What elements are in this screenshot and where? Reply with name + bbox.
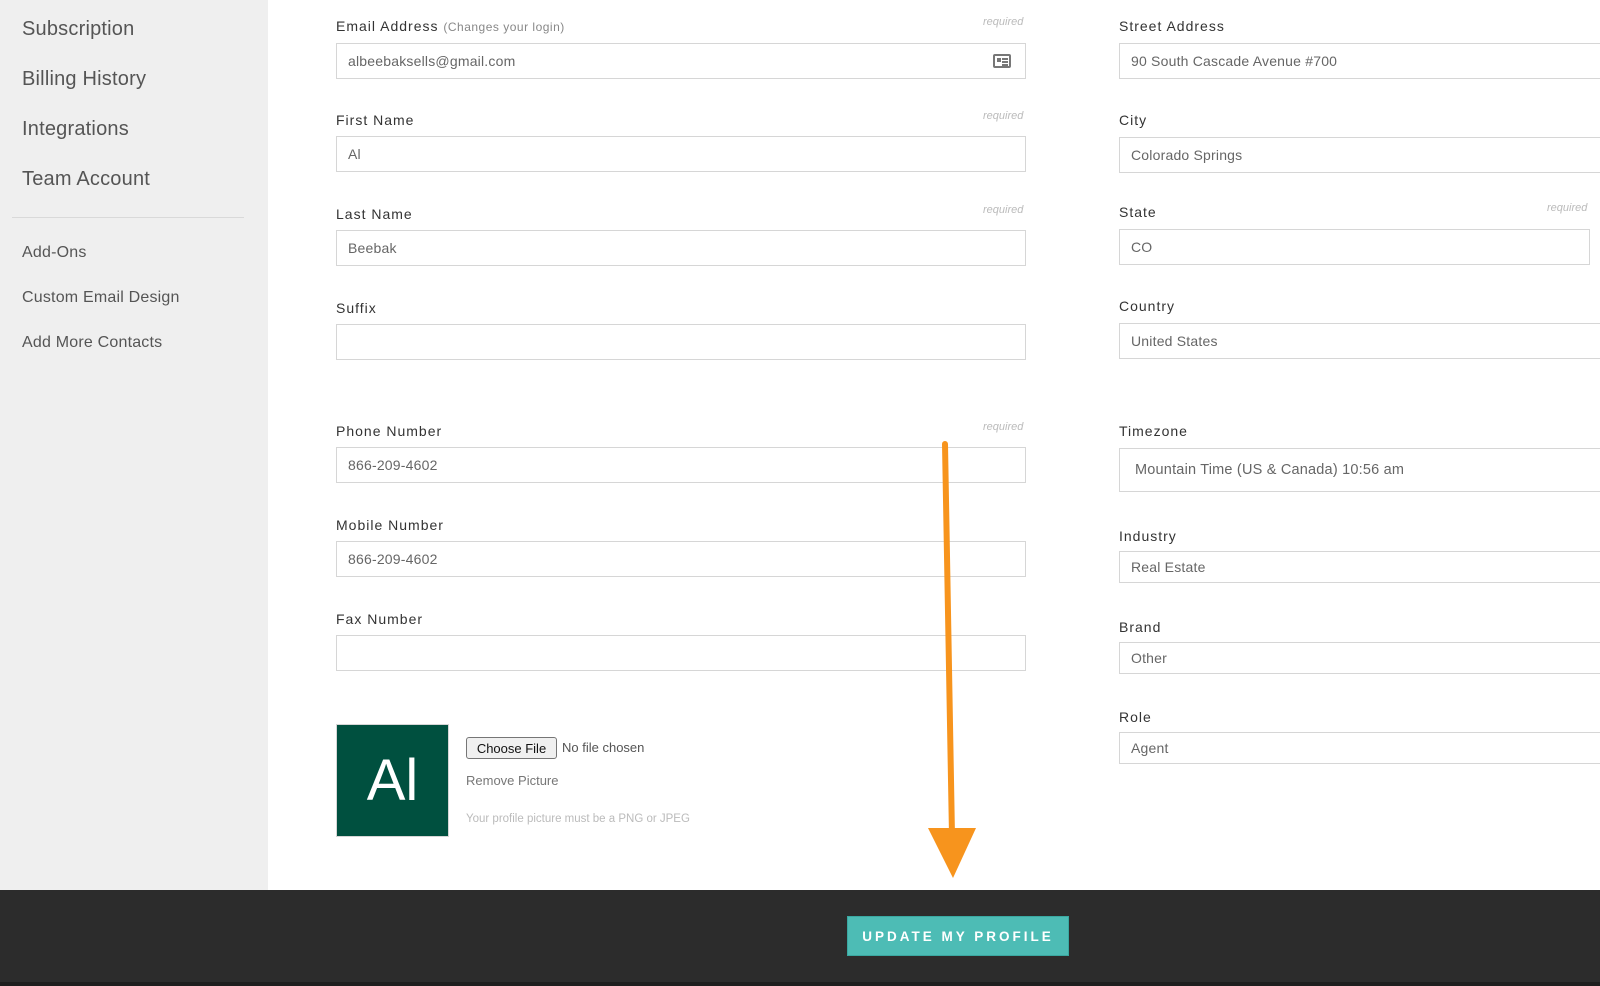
- last-name-input[interactable]: Beebak: [336, 230, 1026, 266]
- mobile-input[interactable]: 866-209-4602: [336, 541, 1026, 577]
- email-input[interactable]: albeebaksells@gmail.com: [336, 43, 1026, 79]
- state-label: State: [1119, 204, 1157, 220]
- required-indicator: required: [983, 16, 1024, 28]
- sidebar-item-billing-history[interactable]: Billing History: [22, 68, 146, 91]
- sidebar-item-custom-email-design[interactable]: Custom Email Design: [22, 289, 180, 307]
- email-label: Email Address (Changes your login): [336, 18, 565, 34]
- street-input[interactable]: 90 South Cascade Avenue #700: [1119, 43, 1600, 79]
- suffix-label: Suffix: [336, 300, 377, 316]
- brand-select[interactable]: Other: [1119, 642, 1600, 674]
- required-indicator: required: [1547, 202, 1588, 214]
- street-label: Street Address: [1119, 18, 1225, 34]
- role-select[interactable]: Agent: [1119, 732, 1600, 764]
- country-label: Country: [1119, 298, 1176, 314]
- role-label: Role: [1119, 709, 1152, 725]
- sidebar-item-integrations[interactable]: Integrations: [22, 118, 129, 141]
- sidebar-item-add-more-contacts[interactable]: Add More Contacts: [22, 334, 162, 352]
- first-name-label: First Name: [336, 112, 415, 128]
- city-input[interactable]: Colorado Springs: [1119, 137, 1600, 173]
- avatar: Al: [336, 724, 449, 837]
- update-profile-button[interactable]: UPDATE MY PROFILE: [847, 916, 1069, 956]
- choose-file-button[interactable]: Choose File: [466, 737, 557, 759]
- city-label: City: [1119, 112, 1148, 128]
- sidebar-divider: [12, 217, 244, 218]
- sidebar-item-add-ons[interactable]: Add-Ons: [22, 244, 87, 262]
- contact-card-icon[interactable]: [993, 54, 1011, 68]
- phone-input[interactable]: 866-209-4602: [336, 447, 1026, 483]
- required-indicator: required: [983, 421, 1024, 433]
- settings-sidebar: Subscription Billing History Integration…: [0, 0, 268, 890]
- remove-picture-link[interactable]: Remove Picture: [466, 773, 558, 788]
- state-input[interactable]: CO: [1119, 229, 1590, 265]
- picture-format-note: Your profile picture must be a PNG or JP…: [466, 813, 690, 825]
- email-value: albeebaksells@gmail.com: [348, 53, 516, 69]
- sidebar-item-subscription[interactable]: Subscription: [22, 18, 134, 41]
- suffix-input[interactable]: [336, 324, 1026, 360]
- required-indicator: required: [983, 204, 1024, 216]
- footer-bar: [0, 890, 1600, 986]
- required-indicator: required: [983, 110, 1024, 122]
- last-name-label: Last Name: [336, 206, 413, 222]
- timezone-label: Timezone: [1119, 423, 1188, 439]
- mobile-label: Mobile Number: [336, 517, 444, 533]
- sidebar-item-team-account[interactable]: Team Account: [22, 168, 150, 191]
- industry-label: Industry: [1119, 528, 1177, 544]
- footer-bottom-edge: [0, 982, 1600, 986]
- phone-label: Phone Number: [336, 423, 443, 439]
- brand-label: Brand: [1119, 619, 1162, 635]
- fax-input[interactable]: [336, 635, 1026, 671]
- timezone-select[interactable]: Mountain Time (US & Canada) 10:56 am: [1119, 448, 1600, 492]
- arrow-head: [928, 828, 976, 878]
- fax-label: Fax Number: [336, 611, 424, 627]
- no-file-text: No file chosen: [562, 740, 645, 755]
- industry-select[interactable]: Real Estate: [1119, 551, 1600, 583]
- country-select[interactable]: United States: [1119, 323, 1600, 359]
- email-hint: (Changes your login): [443, 20, 565, 34]
- first-name-input[interactable]: Al: [336, 136, 1026, 172]
